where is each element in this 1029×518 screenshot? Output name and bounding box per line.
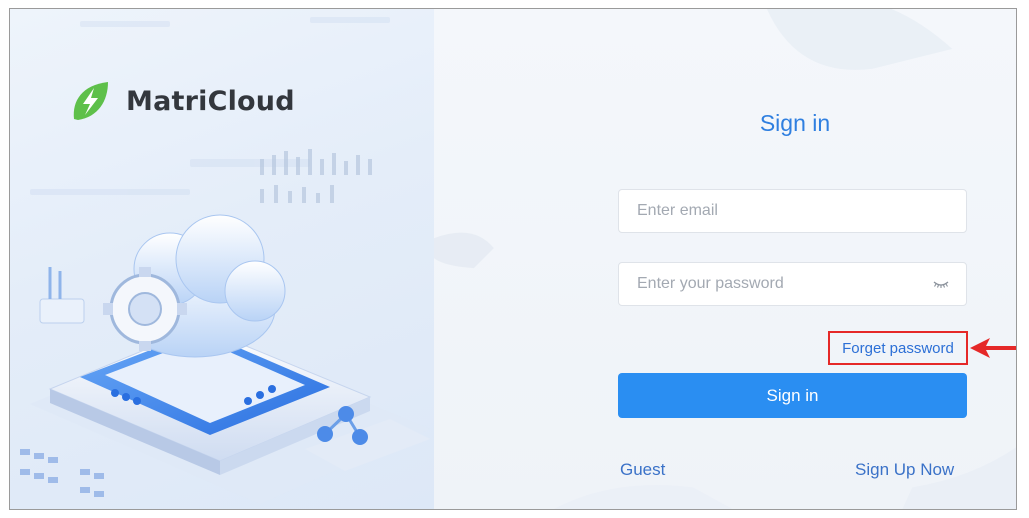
login-panel: Sign in Enter email Enter your password … <box>434 9 1016 509</box>
password-placeholder: Enter your password <box>637 275 784 292</box>
forget-password-link[interactable]: Forget password <box>828 331 968 365</box>
brand: MatriCloud <box>68 79 295 123</box>
brand-name: MatriCloud <box>126 85 295 117</box>
leaf-lightning-logo-icon <box>73 82 108 120</box>
email-input[interactable]: Enter email <box>618 189 967 233</box>
eye-closed-icon[interactable] <box>932 278 950 290</box>
sign-in-button[interactable]: Sign in <box>618 373 967 418</box>
password-input[interactable]: Enter your password <box>618 262 967 306</box>
red-arrow-left-icon <box>970 338 1016 358</box>
sign-in-title: Sign in <box>759 110 831 136</box>
login-window: MatriCloud Sign in Enter email Enter you… <box>9 8 1017 510</box>
background-decoration <box>434 9 1016 509</box>
sign-up-link[interactable]: Sign Up Now <box>855 460 954 480</box>
guest-link[interactable]: Guest <box>620 460 665 480</box>
email-placeholder: Enter email <box>637 202 718 219</box>
illustration-panel: MatriCloud <box>10 9 434 509</box>
